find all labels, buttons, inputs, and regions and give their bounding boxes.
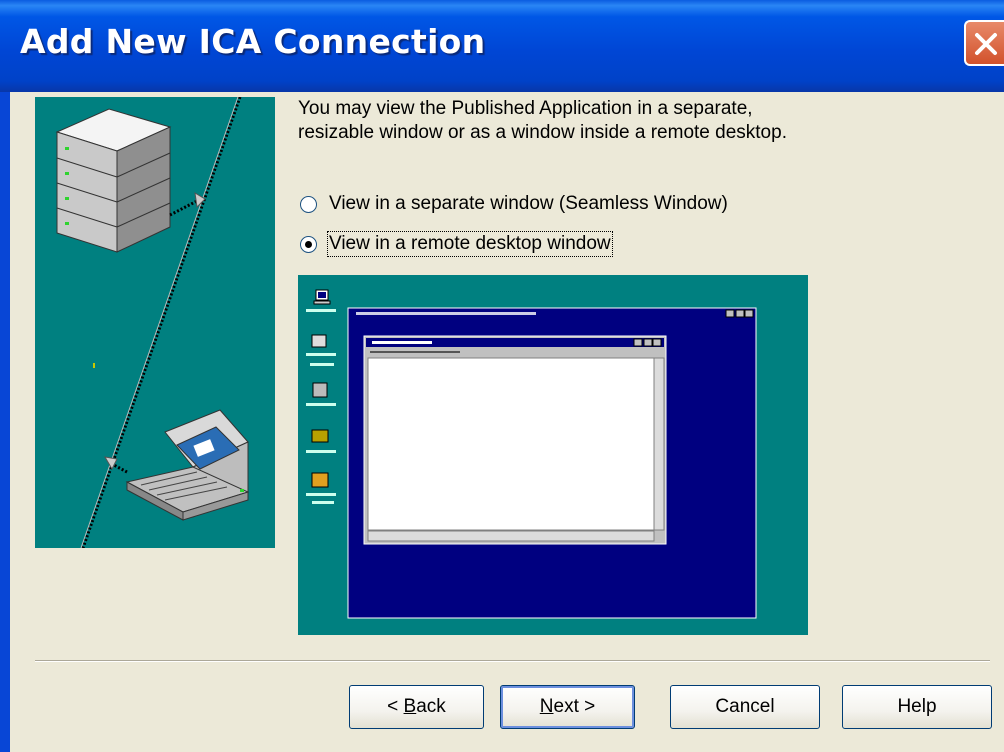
next-button[interactable]: Next > — [500, 685, 635, 729]
back-button[interactable]: < Back — [349, 685, 484, 729]
close-icon — [975, 33, 997, 55]
cancel-button[interactable]: Cancel — [670, 685, 820, 729]
desktop-preview-graphic — [306, 289, 757, 619]
help-label: Help — [897, 696, 937, 717]
description-line-2: resizable window or as a window inside a… — [298, 122, 787, 143]
cancel-label: Cancel — [715, 696, 775, 717]
radio-seamless-label[interactable]: View in a separate window (Seamless Wind… — [329, 193, 728, 215]
remote-desktop-preview — [298, 275, 808, 635]
close-button[interactable] — [964, 20, 1004, 66]
desktop-icons — [306, 289, 336, 504]
radio-remote-desktop-label[interactable]: View in a remote desktop window — [327, 231, 613, 257]
laptop-icon — [125, 409, 250, 521]
radio-seamless-window[interactable]: View in a separate window (Seamless Wind… — [300, 191, 728, 217]
wizard-illustration — [35, 97, 275, 548]
radio-remote-desktop-window[interactable]: View in a remote desktop window — [300, 231, 613, 257]
title-bar: Add New ICA Connection — [0, 0, 1004, 92]
window-frame-left — [0, 92, 10, 752]
button-separator — [35, 660, 990, 662]
next-mnemonic: N — [539, 696, 554, 717]
radio-button-unchecked[interactable] — [300, 195, 317, 213]
back-mnemonic: B — [403, 696, 417, 717]
radio-button-checked[interactable] — [300, 235, 317, 253]
window-title: Add New ICA Connection — [20, 22, 486, 61]
help-button[interactable]: Help — [842, 685, 992, 729]
server-icon — [55, 108, 172, 253]
back-prefix: < — [387, 696, 404, 717]
description-line-1: You may view the Published Application i… — [298, 98, 753, 119]
next-label-rest: ext > — [553, 696, 596, 717]
description-text: You may view the Published Application i… — [298, 97, 898, 145]
back-label-rest: ack — [416, 696, 446, 717]
server-laptop-illustration — [55, 97, 250, 548]
